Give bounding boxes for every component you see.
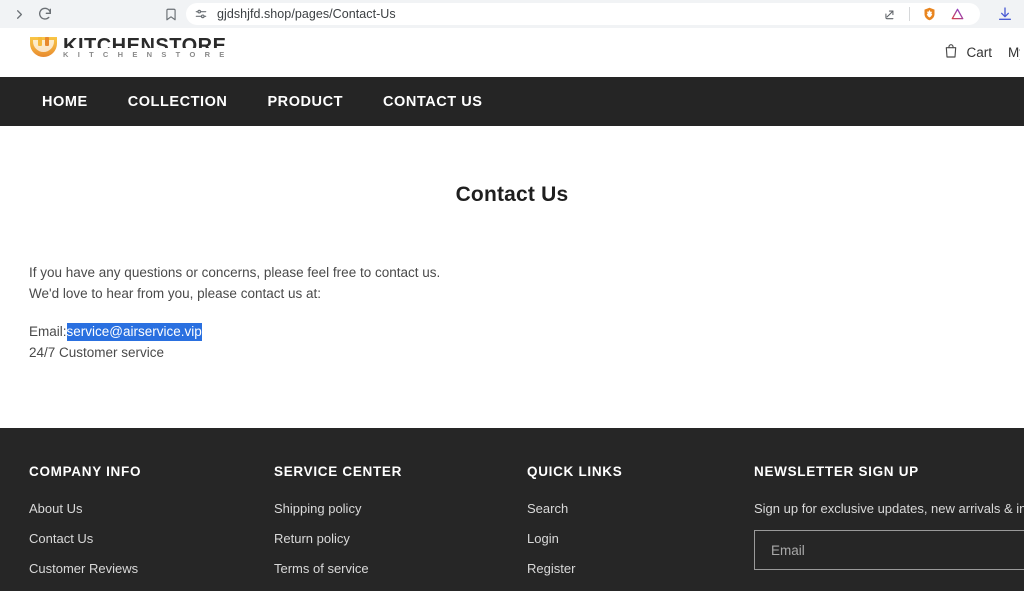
chrome-divider <box>909 7 910 21</box>
page-title: Contact Us <box>455 183 569 206</box>
email-address-selected[interactable]: service@airservice.vip <box>66 323 202 341</box>
newsletter-email-input[interactable] <box>754 530 1024 570</box>
header-actions: Cart My Account <box>943 28 1024 77</box>
footer-title-newsletter: NEWSLETTER SIGN UP <box>754 464 919 479</box>
footer-link-register[interactable]: Register <box>527 561 622 576</box>
support-hours-text: 24/7 Customer service <box>29 344 165 360</box>
nav-item-collection[interactable]: COLLECTION <box>128 94 228 110</box>
nav-item-contact-us[interactable]: CONTACT US <box>383 94 482 110</box>
newsletter-description: Sign up for exclusive updates, new arriv… <box>754 501 1024 516</box>
cart-label: Cart <box>966 45 992 60</box>
main-navigation: HOME COLLECTION PRODUCT CONTACT US <box>0 77 1024 126</box>
kitchen-bowl-logo-icon <box>30 33 57 60</box>
footer-link-contact-us[interactable]: Contact Us <box>29 531 141 546</box>
footer-column-company-info: COMPANY INFO About Us Contact Us Custome… <box>29 464 141 591</box>
contact-details: If you have any questions or concerns, p… <box>29 263 440 363</box>
email-line: Email:service@airservice.vip <box>29 322 440 343</box>
browser-chrome: gjdshjfd.shop/pages/Contact-Us <box>0 0 1024 28</box>
address-bar[interactable]: gjdshjfd.shop/pages/Contact-Us <box>186 3 980 25</box>
download-icon[interactable] <box>992 2 1018 26</box>
logo-subtitle: K I T C H E N S T O R E <box>63 50 228 59</box>
site-logo[interactable]: KITCHENSTORE K I T C H E N S T O R E <box>30 28 228 60</box>
contact-paragraph-line2: We'd love to hear from you, please conta… <box>29 285 321 301</box>
brave-shield-icon[interactable] <box>916 2 942 26</box>
cart-button[interactable]: Cart <box>943 42 992 63</box>
site-footer: COMPANY INFO About Us Contact Us Custome… <box>0 428 1024 591</box>
footer-column-service-center: SERVICE CENTER Shipping policy Return po… <box>274 464 402 591</box>
footer-title-company-info: COMPANY INFO <box>29 464 142 479</box>
account-link[interactable]: My Account <box>1008 45 1020 60</box>
footer-link-terms-of-service[interactable]: Terms of service <box>274 561 402 576</box>
triangle-extension-icon[interactable] <box>944 2 970 26</box>
footer-column-newsletter: NEWSLETTER SIGN UP Sign up for exclusive… <box>754 464 1024 570</box>
footer-title-quick-links: QUICK LINKS <box>527 464 623 479</box>
forward-arrow-icon[interactable] <box>6 2 32 26</box>
share-icon[interactable] <box>877 2 903 26</box>
logo-wordmark: KITCHENSTORE <box>63 36 227 48</box>
site-header: KITCHENSTORE K I T C H E N S T O R E Car… <box>0 28 1024 77</box>
nav-item-home[interactable]: HOME <box>42 94 88 110</box>
footer-link-customer-reviews[interactable]: Customer Reviews <box>29 561 141 576</box>
url-text: gjdshjfd.shop/pages/Contact-Us <box>217 7 396 21</box>
footer-link-shipping-policy[interactable]: Shipping policy <box>274 501 402 516</box>
footer-link-login[interactable]: Login <box>527 531 622 546</box>
footer-title-service-center: SERVICE CENTER <box>274 464 403 479</box>
footer-link-about-us[interactable]: About Us <box>29 501 141 516</box>
nav-item-product[interactable]: PRODUCT <box>267 94 343 110</box>
reload-icon[interactable] <box>32 2 58 26</box>
main-content: Contact Us If you have any questions or … <box>0 126 1024 428</box>
footer-link-search[interactable]: Search <box>527 501 622 516</box>
contact-paragraph-line1: If you have any questions or concerns, p… <box>29 265 441 280</box>
bookmark-icon[interactable] <box>158 2 184 26</box>
footer-link-return-policy[interactable]: Return policy <box>274 531 402 546</box>
shopping-bag-icon <box>943 42 959 63</box>
email-label: Email: <box>29 324 67 339</box>
site-settings-icon[interactable] <box>194 7 208 21</box>
footer-column-quick-links: QUICK LINKS Search Login Register <box>527 464 622 591</box>
